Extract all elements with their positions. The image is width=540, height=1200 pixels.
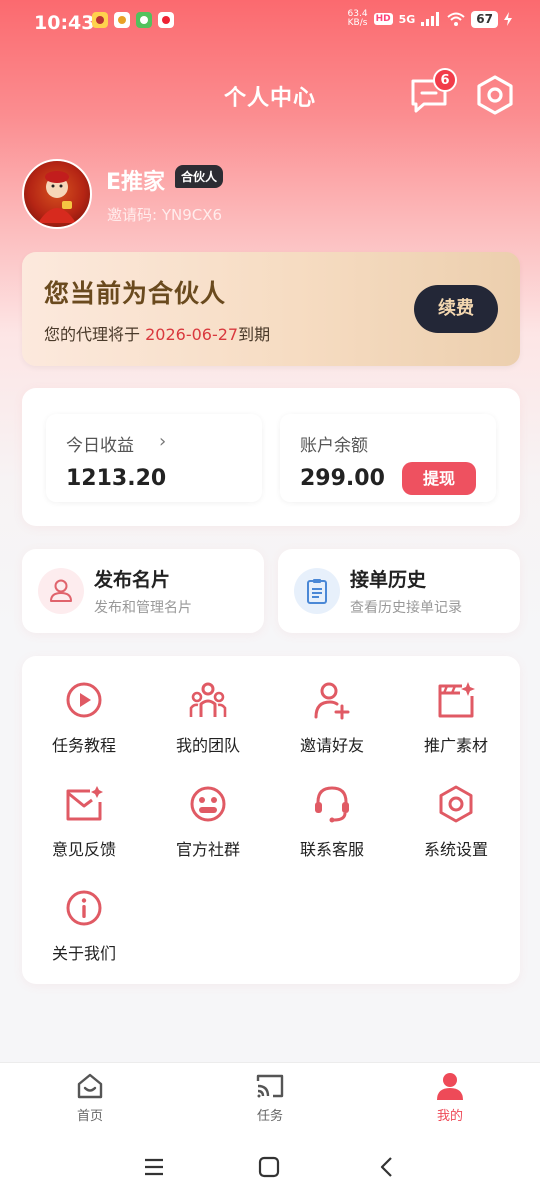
partner-expiry-text: 您的代理将于 2026-06-27到期 bbox=[44, 321, 270, 345]
nav-label: 任务 bbox=[256, 1109, 283, 1124]
material-icon bbox=[438, 682, 475, 718]
signal-label: 5G bbox=[398, 12, 416, 26]
cell-signal-icon bbox=[421, 12, 440, 26]
menu-item-system-settings[interactable]: 系统设置 bbox=[394, 784, 518, 884]
settings-hex-icon bbox=[439, 785, 473, 823]
wifi-icon bbox=[447, 12, 465, 26]
balance-label: 账户余额 bbox=[300, 436, 368, 456]
menu-grid: 任务教程 我的团队 邀请好友 推广素材 意见反馈 官方社群 联系客服 系统设置 … bbox=[22, 656, 520, 984]
menu-item-community[interactable]: 官方社群 bbox=[146, 784, 270, 884]
notification-app-icon bbox=[136, 12, 152, 28]
notification-app-icon bbox=[114, 12, 130, 28]
menu-icon[interactable] bbox=[143, 1156, 165, 1178]
avatar[interactable] bbox=[22, 159, 92, 229]
settings-hex-icon bbox=[477, 75, 513, 115]
notification-app-icon bbox=[92, 12, 108, 28]
tab-task[interactable]: 任务 bbox=[230, 1071, 310, 1124]
notification-app-icon bbox=[158, 12, 174, 28]
home-square-icon[interactable] bbox=[258, 1156, 280, 1178]
withdraw-button[interactable]: 提现 bbox=[402, 462, 476, 495]
today-earnings-label: 今日收益 bbox=[66, 436, 134, 456]
status-right: 63.4 KB/s HD 5G 67 bbox=[348, 10, 512, 28]
invite-code[interactable]: 邀请码: YN9CX6 bbox=[107, 204, 222, 225]
menu-item-customer-service[interactable]: 联系客服 bbox=[270, 784, 394, 884]
settings-button[interactable] bbox=[474, 74, 516, 116]
play-circle-icon bbox=[66, 682, 102, 718]
status-bar: 10:43 63.4 KB/s HD 5G 67 bbox=[0, 0, 540, 44]
quick-title: 接单历史 bbox=[350, 569, 427, 591]
page-title: 个人中心 bbox=[223, 86, 316, 111]
menu-label: 我的团队 bbox=[175, 736, 240, 755]
menu-label: 关于我们 bbox=[51, 944, 116, 963]
net-speed: 63.4 KB/s bbox=[348, 10, 368, 28]
community-icon bbox=[190, 786, 226, 822]
menu-item-feedback[interactable]: 意见反馈 bbox=[22, 784, 146, 884]
nav-label: 首页 bbox=[76, 1109, 103, 1124]
menu-label: 任务教程 bbox=[51, 736, 116, 755]
expiry-prefix: 您的代理将于 bbox=[44, 325, 146, 344]
quick-subtitle: 查看历史接单记录 bbox=[350, 600, 462, 616]
user-card-icon bbox=[38, 568, 84, 614]
order-history-button[interactable]: 接单历史 查看历史接单记录 bbox=[278, 549, 520, 633]
add-user-icon bbox=[314, 682, 350, 720]
net-speed-unit: KB/s bbox=[347, 18, 368, 28]
team-icon bbox=[189, 682, 227, 717]
earnings-card: 今日收益 › 1213.20 账户余额 299.00 提现 bbox=[22, 388, 520, 526]
role-badge: 合伙人 bbox=[175, 165, 224, 188]
menu-item-about-us[interactable]: 关于我们 bbox=[22, 888, 146, 988]
menu-item-invite-friends[interactable]: 邀请好友 bbox=[270, 680, 394, 780]
menu-item-promo-material[interactable]: 推广素材 bbox=[394, 680, 518, 780]
quick-title: 发布名片 bbox=[94, 569, 171, 591]
partner-status-card: 您当前为合伙人 您的代理将于 2026-06-27到期 续费 bbox=[22, 252, 520, 366]
publish-card-button[interactable]: 发布名片 发布和管理名片 bbox=[22, 549, 264, 633]
today-earnings-box[interactable]: 今日收益 › 1213.20 bbox=[46, 414, 262, 502]
today-earnings-value: 1213.20 bbox=[66, 466, 167, 491]
charging-icon bbox=[504, 12, 512, 26]
headset-icon bbox=[315, 786, 349, 823]
balance-box: 账户余额 299.00 提现 bbox=[280, 414, 496, 502]
bottom-nav: 首页 任务 我的 bbox=[0, 1062, 540, 1140]
menu-label: 意见反馈 bbox=[51, 840, 116, 859]
quick-subtitle: 发布和管理名片 bbox=[94, 600, 192, 616]
info-icon bbox=[66, 890, 102, 926]
menu-label: 系统设置 bbox=[423, 840, 488, 859]
menu-label: 联系客服 bbox=[299, 840, 364, 859]
battery-indicator: 67 bbox=[471, 10, 498, 28]
user-name: E推家 bbox=[106, 170, 166, 195]
feedback-mail-icon bbox=[66, 786, 103, 821]
hd-badge: HD bbox=[373, 13, 393, 25]
tab-home[interactable]: 首页 bbox=[50, 1071, 130, 1124]
menu-label: 推广素材 bbox=[423, 736, 488, 755]
balance-value: 299.00 bbox=[300, 466, 385, 491]
menu-label: 邀请好友 bbox=[299, 736, 364, 755]
back-icon[interactable] bbox=[376, 1156, 398, 1178]
status-time: 10:43 bbox=[34, 12, 95, 34]
clipboard-icon bbox=[294, 568, 340, 614]
user-icon bbox=[437, 1073, 463, 1100]
task-cast-icon bbox=[256, 1074, 284, 1098]
menu-label: 官方社群 bbox=[175, 840, 240, 859]
home-icon bbox=[77, 1073, 103, 1099]
menu-item-task-tutorial[interactable]: 任务教程 bbox=[22, 680, 146, 780]
menu-item-my-team[interactable]: 我的团队 bbox=[146, 680, 270, 780]
message-count-badge: 6 bbox=[433, 68, 457, 92]
tab-mine[interactable]: 我的 bbox=[410, 1071, 490, 1124]
system-nav-bar bbox=[0, 1140, 540, 1200]
status-app-icons bbox=[92, 12, 174, 28]
expiry-date: 2026-06-27 bbox=[145, 325, 239, 344]
expiry-suffix: 到期 bbox=[238, 325, 271, 344]
nav-label: 我的 bbox=[436, 1109, 463, 1124]
renew-button[interactable]: 续费 bbox=[414, 285, 498, 333]
partner-title: 您当前为合伙人 bbox=[44, 279, 227, 308]
chevron-right-icon: › bbox=[159, 431, 167, 452]
avatar-image bbox=[38, 171, 76, 223]
